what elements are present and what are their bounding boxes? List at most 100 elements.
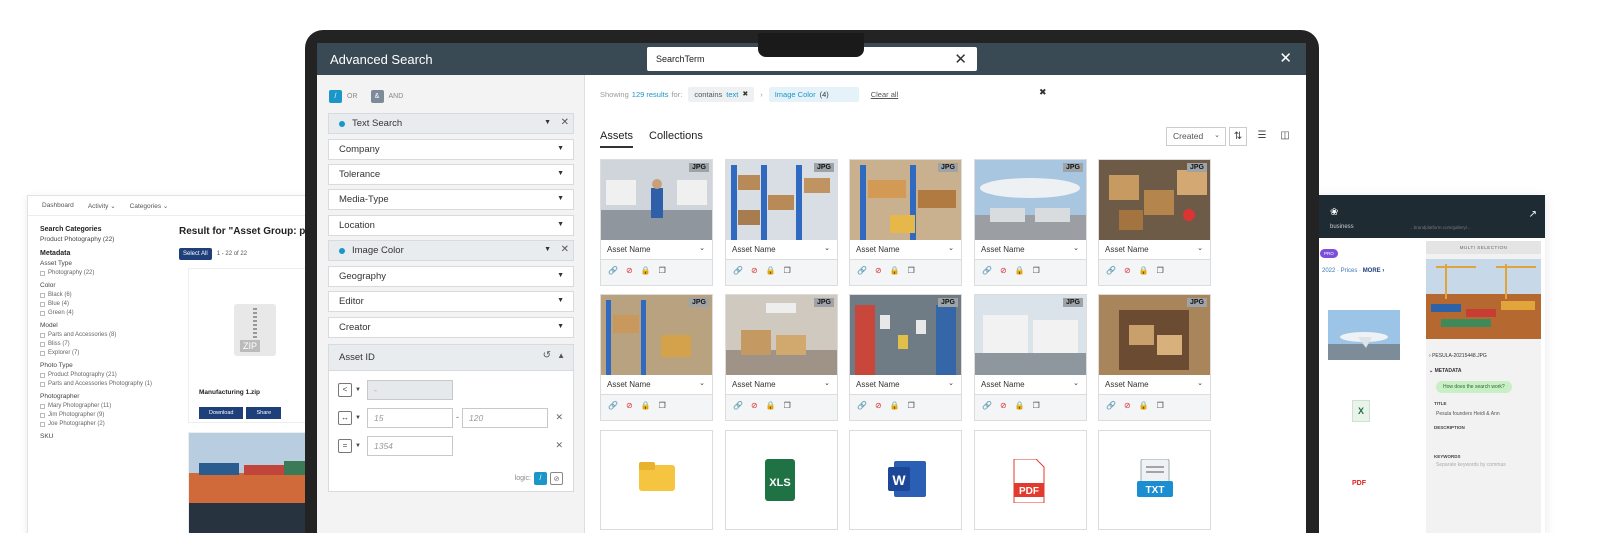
restricted-icon[interactable]: ⊘	[626, 401, 633, 410]
filter-checkbox[interactable]: Product Photography (21)	[40, 372, 180, 378]
link-icon[interactable]: 🔗	[1106, 401, 1116, 410]
download-button[interactable]: Download	[199, 407, 244, 419]
nav-categories[interactable]: Categories ⌄	[130, 202, 169, 210]
filter-tolerance[interactable]: Tolerance ▼	[328, 164, 574, 185]
image-color-chip[interactable]: Image Color (4)	[768, 86, 859, 102]
filter-checkbox[interactable]: Explorer (7)	[40, 350, 180, 356]
asset-thumbnail[interactable]	[601, 295, 712, 375]
filter-checkbox[interactable]: Black (6)	[40, 292, 180, 298]
or-toggle-button[interactable]: /	[329, 90, 342, 103]
chat-bubble[interactable]: How does the search work?	[1436, 381, 1512, 393]
link-icon[interactable]: 🔗	[733, 266, 743, 275]
restricted-icon[interactable]: ⊘	[1000, 266, 1007, 275]
filter-checkbox[interactable]: Jim Photographer (9)	[40, 412, 180, 418]
asset-thumbnail[interactable]	[726, 160, 837, 240]
asset-name-dropdown[interactable]: Asset Name ⌄	[601, 375, 712, 395]
range-from-input[interactable]: 15	[367, 408, 453, 428]
copy-icon[interactable]: ❐	[908, 401, 915, 410]
copy-icon[interactable]: ❐	[659, 401, 666, 410]
sort-direction-icon[interactable]: ⇅	[1229, 127, 1247, 146]
link-icon[interactable]: 🔗	[608, 401, 618, 410]
remove-chip-icon[interactable]: ✖	[742, 90, 748, 98]
asset-thumbnail[interactable]	[975, 160, 1086, 240]
excel-file-icon[interactable]: X	[1352, 400, 1370, 422]
asset-thumbnail[interactable]	[726, 295, 837, 375]
asset-name-dropdown[interactable]: Asset Name ⌄	[1099, 240, 1210, 260]
file-card[interactable]	[600, 430, 713, 530]
asset-id-header[interactable]: Asset ID ↺ ▲	[329, 345, 573, 371]
link-icon[interactable]: 🔗	[1106, 266, 1116, 275]
link-icon[interactable]: 🔗	[857, 266, 867, 275]
close-icon[interactable]: ✕	[1279, 49, 1292, 67]
asset-card[interactable]: JPG Asset Name ⌄ 🔗 ⊘ 🔒 ❐	[1098, 294, 1211, 421]
asset-card[interactable]: JPG Asset Name ⌄ 🔗 ⊘ 🔒 ❐	[725, 159, 838, 286]
asset-name-dropdown[interactable]: Asset Name ⌄	[726, 240, 837, 260]
asset-name-dropdown[interactable]: Asset Name ⌄	[601, 240, 712, 260]
filter-location[interactable]: Location ▼	[328, 215, 574, 236]
select-all-button[interactable]: Select All	[179, 248, 212, 260]
asset-card[interactable]: JPG Asset Name ⌄ 🔗 ⊘ 🔒 ❐	[849, 159, 962, 286]
remove-condition-icon[interactable]: ✕	[555, 440, 563, 451]
lock-icon[interactable]: 🔒	[1139, 266, 1149, 275]
lock-icon[interactable]: 🔒	[641, 266, 651, 275]
asset-thumbnail[interactable]	[850, 295, 961, 375]
file-card[interactable]: XLS	[725, 430, 838, 530]
lock-icon[interactable]: 🔒	[766, 266, 776, 275]
restricted-icon[interactable]: ⊘	[875, 266, 882, 275]
asset-name-dropdown[interactable]: Asset Name ⌄	[850, 240, 961, 260]
copy-icon[interactable]: ❐	[784, 401, 791, 410]
restricted-icon[interactable]: ⊘	[751, 401, 758, 410]
asset-name-dropdown[interactable]: Asset Name ⌄	[975, 240, 1086, 260]
file-card[interactable]: TXT	[1098, 430, 1211, 530]
title-value[interactable]: Pesula founders Heidi & Ann	[1436, 411, 1500, 417]
metadata-section[interactable]: ⌄ METADATA	[1429, 368, 1462, 374]
chevron-down-icon[interactable]: ▼	[355, 387, 361, 393]
external-link-icon[interactable]: ↗	[1529, 209, 1537, 220]
or-logic-button[interactable]: /	[534, 472, 547, 485]
asset-name-dropdown[interactable]: Asset Name ⌄	[850, 375, 961, 395]
share-button[interactable]: Share	[246, 407, 282, 419]
lock-icon[interactable]: 🔒	[890, 266, 900, 275]
tab-collections[interactable]: Collections	[649, 130, 703, 148]
equals-operator[interactable]: =	[338, 439, 352, 453]
filter-checkbox[interactable]: Photography (22)	[40, 270, 180, 276]
reset-icon[interactable]: ↺	[543, 350, 551, 361]
less-than-operator[interactable]: <	[338, 383, 352, 397]
lock-icon[interactable]: 🔒	[641, 401, 651, 410]
copy-icon[interactable]: ❐	[908, 266, 915, 275]
copy-icon[interactable]: ❐	[784, 266, 791, 275]
panel-view-icon[interactable]: ◫	[1276, 127, 1294, 146]
copy-icon[interactable]: ❐	[1033, 401, 1040, 410]
restricted-icon[interactable]: ⊘	[626, 266, 633, 275]
asset-card[interactable]: JPG Asset Name ⌄ 🔗 ⊘ 🔒 ❐	[974, 159, 1087, 286]
airplane-thumbnail[interactable]	[1328, 310, 1400, 360]
chevron-down-icon[interactable]: ▼	[544, 246, 551, 253]
list-view-icon[interactable]: ☰	[1253, 127, 1271, 146]
restricted-icon[interactable]: ⊘	[875, 401, 882, 410]
clear-search-icon[interactable]: ✕	[954, 50, 967, 68]
remove-condition-icon[interactable]: ✕	[555, 412, 563, 423]
filter-checkbox[interactable]: Joe Photographer (2)	[40, 421, 180, 427]
file-card[interactable]: W	[849, 430, 962, 530]
copy-icon[interactable]: ❐	[659, 266, 666, 275]
filter-creator[interactable]: Creator ▼	[328, 317, 574, 338]
asset-thumbnail[interactable]	[1099, 295, 1210, 375]
filter-text-search[interactable]: Text Search ▼ ✕	[328, 113, 574, 134]
nav-dashboard[interactable]: Dashboard	[42, 202, 74, 209]
copy-icon[interactable]: ❐	[1157, 266, 1164, 275]
asset-card[interactable]: JPG Asset Name ⌄ 🔗 ⊘ 🔒 ❐	[1098, 159, 1211, 286]
filter-geography[interactable]: Geography ▼	[328, 266, 574, 287]
lock-icon[interactable]: 🔒	[766, 401, 776, 410]
restricted-icon[interactable]: ⊘	[1000, 401, 1007, 410]
sort-select[interactable]: Created ⌄	[1166, 127, 1226, 146]
range-operator[interactable]: ↔	[338, 411, 352, 425]
lock-icon[interactable]: 🔒	[890, 401, 900, 410]
asset-card[interactable]: JPG Asset Name ⌄ 🔗 ⊘ 🔒 ❐	[725, 294, 838, 421]
lock-icon[interactable]: 🔒	[1015, 401, 1025, 410]
chevron-down-icon[interactable]: ▼	[355, 443, 361, 449]
search-term-chip[interactable]: contains text ✖	[688, 86, 755, 102]
clear-all-link[interactable]: Clear all	[871, 90, 899, 99]
asset-thumbnail[interactable]	[1099, 160, 1210, 240]
filter-company[interactable]: Company ▼	[328, 139, 574, 160]
asset-thumbnail[interactable]	[850, 160, 961, 240]
